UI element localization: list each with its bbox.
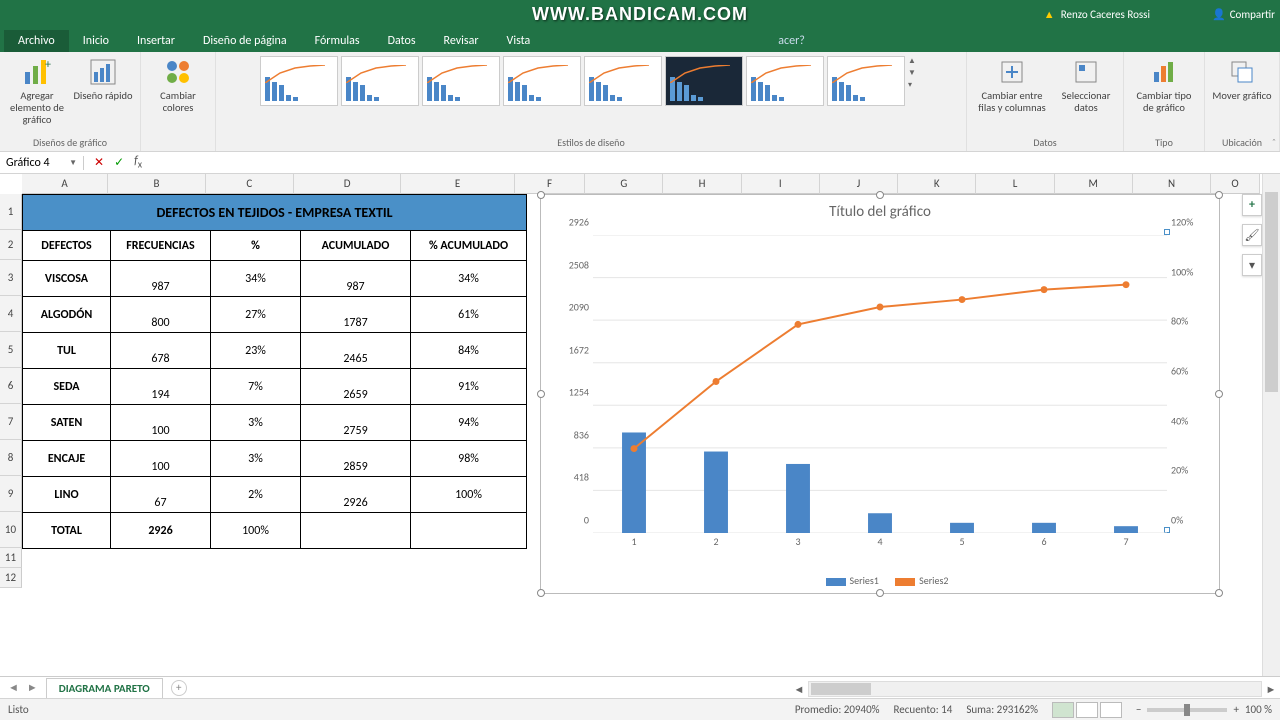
chart-object[interactable]: Título del gráfico 041883612541672209025… [540, 194, 1220, 594]
chart-style-2[interactable] [341, 56, 419, 106]
warning-icon: ▲ [1044, 8, 1055, 21]
chart-style-1[interactable] [260, 56, 338, 106]
status-average: Promedio: 20940% [795, 703, 880, 716]
chart-style-8[interactable] [827, 56, 905, 106]
chart-style-4[interactable] [503, 56, 581, 106]
chart-legend[interactable]: Series1 Series2 [541, 574, 1219, 587]
group-label: Tipo [1155, 136, 1173, 149]
move-icon [1226, 56, 1258, 88]
chart-side-buttons: + 🖌 ▾ [1242, 194, 1262, 284]
fx-icon[interactable]: fx [134, 154, 142, 170]
chart-filters-button[interactable]: ▾ [1242, 254, 1262, 276]
move-chart-button[interactable]: Mover gráfico [1211, 56, 1273, 102]
resize-handle[interactable] [876, 589, 884, 597]
add-chart-element-button[interactable]: + Agregar elemento de gráfico [6, 56, 68, 126]
worksheet-grid[interactable]: ABCDEFGHIJKLMNO 123456789101112 DEFECTOS… [0, 174, 1260, 658]
sheet-tab[interactable]: DIAGRAMA PARETO [46, 678, 163, 698]
horizontal-scrollbar[interactable]: ◄► [790, 680, 1280, 698]
tab-data[interactable]: Datos [374, 30, 430, 52]
view-pagelayout[interactable] [1076, 702, 1098, 718]
zoom-control[interactable]: − + 100 % [1136, 703, 1272, 716]
status-bar: Listo Promedio: 20940% Recuento: 14 Suma… [0, 698, 1280, 720]
data-table: DEFECTOS EN TEJIDOS - EMPRESA TEXTIL DEF… [22, 194, 527, 549]
sheet-tabs-bar: ◄► DIAGRAMA PARETO + ◄► [0, 676, 1280, 698]
change-chart-type-button[interactable]: Cambiar tipo de gráfico [1130, 56, 1198, 114]
view-pagebreak[interactable] [1100, 702, 1122, 718]
svg-text:+: + [45, 58, 51, 72]
status-ready: Listo [8, 703, 29, 716]
formula-bar: Gráfico 4 ▼ ✕ ✓ fx [0, 152, 1280, 174]
quick-layout-icon [87, 56, 119, 88]
tab-view[interactable]: Vista [493, 30, 545, 52]
watermark: WWW.BANDICAM.COM [532, 4, 748, 25]
resize-handle[interactable] [876, 191, 884, 199]
change-colors-button[interactable]: Cambiar colores [147, 56, 209, 114]
tab-pagelayout[interactable]: Diseño de página [189, 30, 301, 52]
group-label: Diseños de gráfico [33, 136, 107, 149]
ribbon: + Agregar elemento de gráfico Diseño ráp… [0, 52, 1280, 152]
view-buttons[interactable] [1052, 702, 1122, 718]
chart-title[interactable]: Título del gráfico [541, 195, 1219, 225]
tab-home[interactable]: Inicio [69, 30, 123, 52]
zoom-out[interactable]: − [1136, 703, 1141, 716]
titlebar: WWW.BANDICAM.COM ▲ Renzo Caceres Rossi 👤… [0, 0, 1280, 28]
column-headers: ABCDEFGHIJKLMNO [22, 174, 1260, 194]
status-sum: Suma: 293162% [966, 703, 1038, 716]
sheet-nav[interactable]: ◄► [0, 681, 46, 694]
name-box[interactable]: Gráfico 4 ▼ [0, 156, 84, 170]
resize-handle[interactable] [1215, 191, 1223, 199]
palette-icon [162, 56, 194, 88]
chart-style-3[interactable] [422, 56, 500, 106]
chart-style-5[interactable] [584, 56, 662, 106]
chart-style-6[interactable] [665, 56, 743, 106]
vertical-scrollbar[interactable] [1262, 174, 1280, 676]
resize-handle[interactable] [1215, 390, 1223, 398]
group-label: Datos [1033, 136, 1056, 149]
zoom-in[interactable]: + [1233, 703, 1238, 716]
status-count: Recuento: 14 [894, 703, 953, 716]
zoom-level: 100 % [1245, 703, 1272, 716]
tab-review[interactable]: Revisar [430, 30, 493, 52]
account-user[interactable]: ▲ Renzo Caceres Rossi [1044, 8, 1150, 21]
tab-file[interactable]: Archivo [4, 30, 69, 52]
quick-layout-button[interactable]: Diseño rápido [72, 56, 134, 102]
chart-element-icon: + [21, 56, 53, 88]
group-label: Estilos de diseño [557, 136, 624, 149]
x-axis: 1234567 [593, 535, 1167, 551]
chevron-down-icon: ▼ [69, 158, 77, 168]
y-axis-right[interactable]: 0%20%40%60%80%100%120% [1167, 235, 1207, 533]
zoom-slider[interactable] [1147, 708, 1227, 712]
resize-handle[interactable] [537, 191, 545, 199]
menu-tabs: Archivo Inicio Insertar Diseño de página… [0, 28, 1280, 52]
confirm-icon[interactable]: ✓ [114, 155, 124, 170]
resize-handle[interactable] [537, 390, 545, 398]
group-label: Ubicación [1222, 136, 1262, 149]
row-headers: 123456789101112 [0, 194, 22, 588]
collapse-ribbon-icon[interactable]: ˆ [1272, 136, 1276, 149]
cancel-icon[interactable]: ✕ [94, 155, 104, 170]
tell-me[interactable]: acer? [764, 30, 819, 52]
chart-elements-button[interactable]: + [1242, 194, 1262, 216]
table-title: DEFECTOS EN TEJIDOS - EMPRESA TEXTIL [23, 195, 527, 231]
person-icon: 👤 [1212, 8, 1226, 21]
add-sheet-button[interactable]: + [171, 680, 187, 696]
resize-handle[interactable] [537, 589, 545, 597]
y-axis-left: 041883612541672209025082926 [557, 235, 593, 533]
chart-styles-button[interactable]: 🖌 [1242, 224, 1262, 246]
tab-insert[interactable]: Insertar [123, 30, 189, 52]
plot-area[interactable] [593, 235, 1167, 533]
view-normal[interactable] [1052, 702, 1074, 718]
resize-handle[interactable] [1215, 589, 1223, 597]
share-button[interactable]: 👤 Compartir [1212, 8, 1275, 21]
chart-style-7[interactable] [746, 56, 824, 106]
tab-formulas[interactable]: Fórmulas [301, 30, 374, 52]
chart-type-icon [1148, 56, 1180, 88]
